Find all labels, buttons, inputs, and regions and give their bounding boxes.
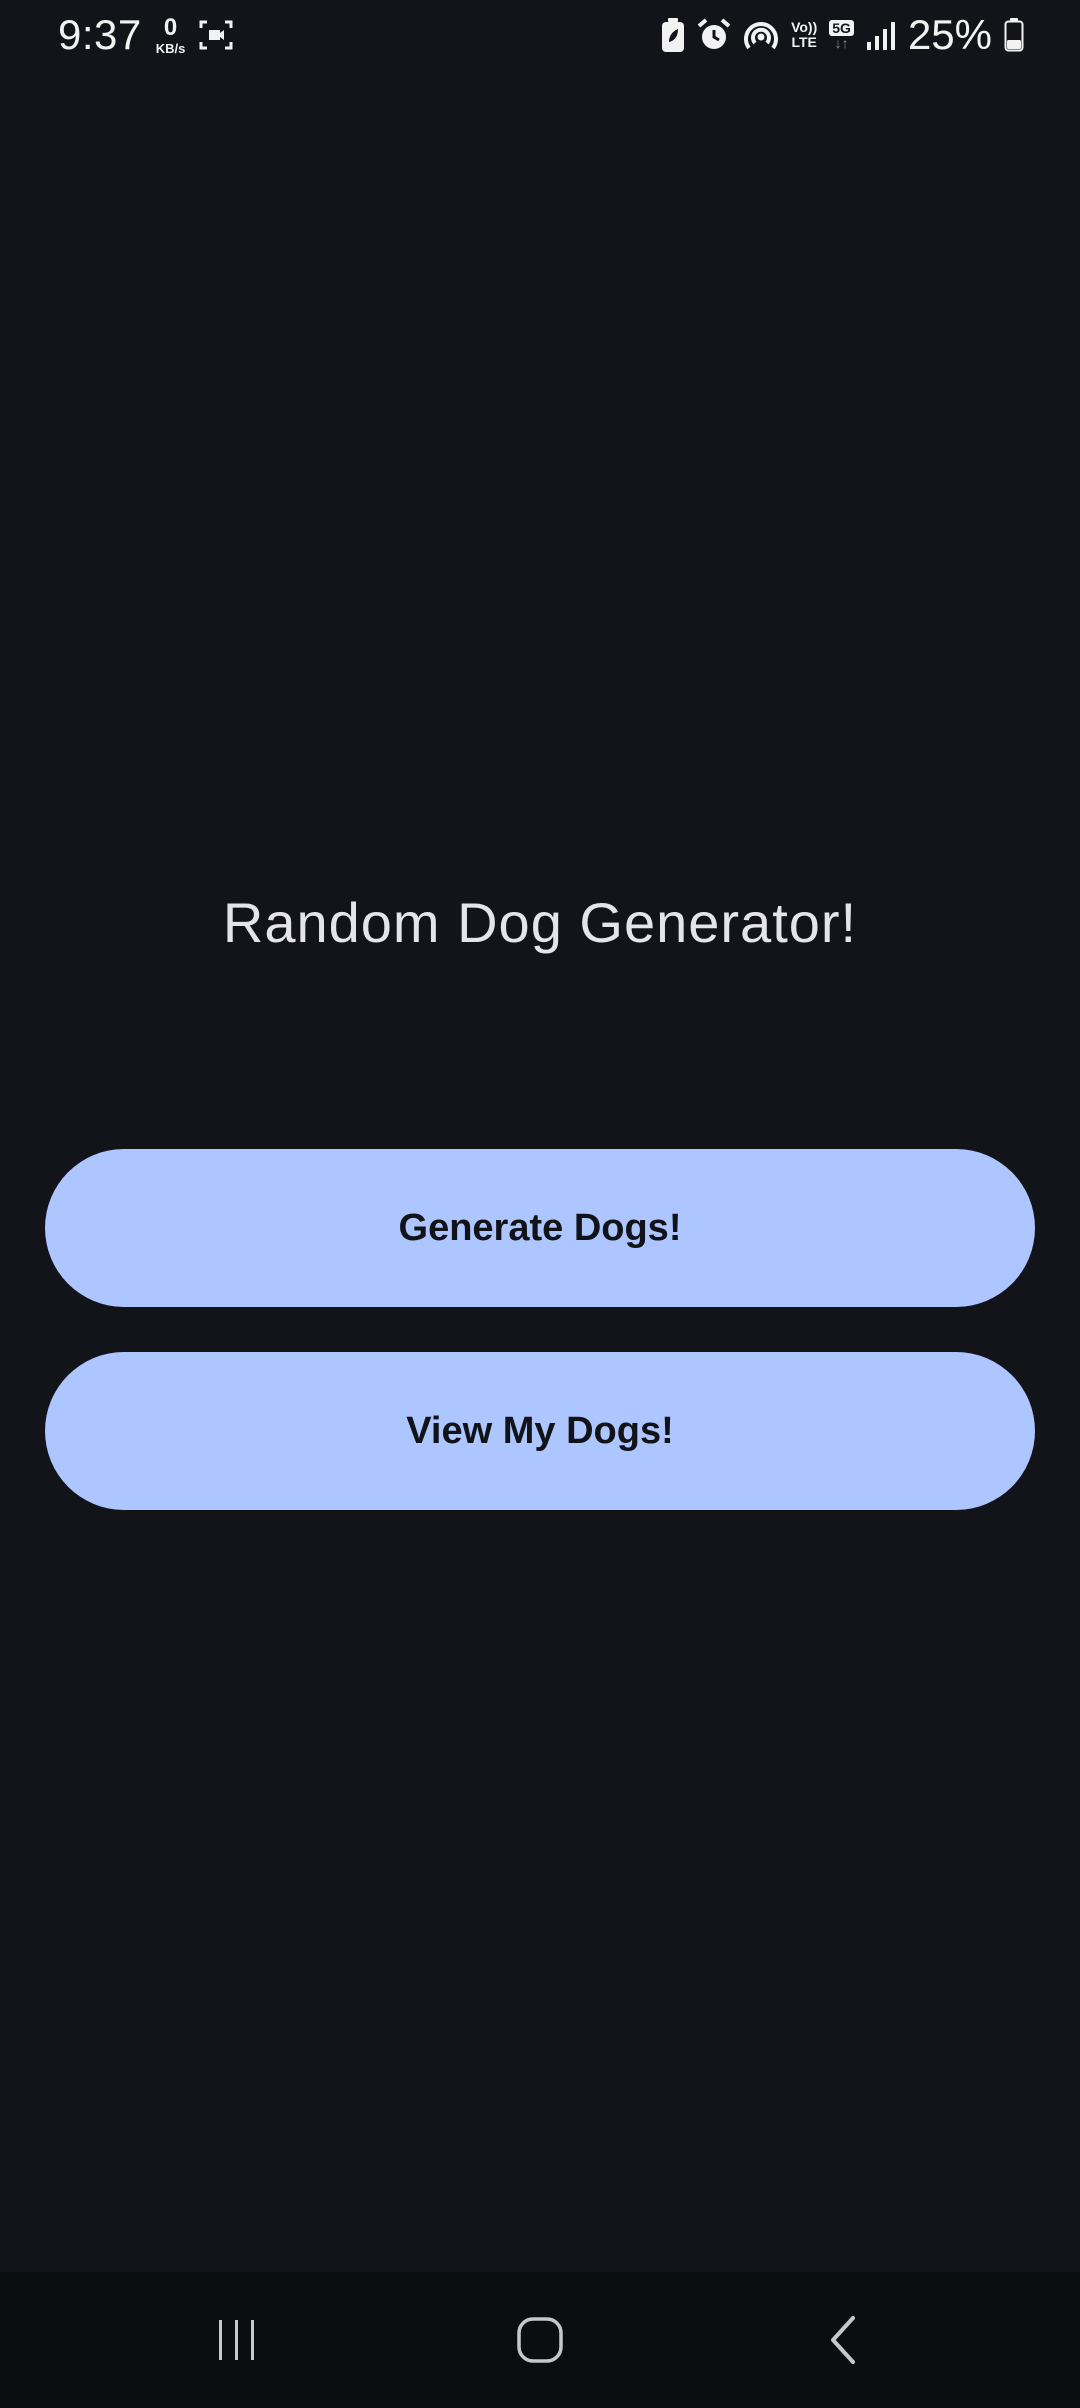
battery-icon <box>1004 18 1024 52</box>
data-arrows: ↓↑ <box>834 35 849 51</box>
home-button[interactable] <box>495 2300 585 2380</box>
status-bar-right: Vo)) LTE 5G ↓↑ 25% <box>661 8 1024 62</box>
volte-label-bottom: LTE <box>791 34 817 50</box>
generate-dogs-button[interactable]: Generate Dogs! <box>45 1149 1035 1307</box>
status-bar-left: 9:37 0 KB/s <box>58 8 233 62</box>
screen-record-icon <box>199 20 233 50</box>
app-screen: 9:37 0 KB/s Vo)) LTE 5G ↓↑ 25% Random Do… <box>0 0 1080 2408</box>
view-my-dogs-button[interactable]: View My Dogs! <box>45 1352 1035 1510</box>
page-title: Random Dog Generator! <box>222 891 858 954</box>
home-icon <box>517 2317 563 2363</box>
volte-label-top: Vo)) <box>791 19 818 36</box>
back-icon <box>831 2316 855 2364</box>
network-speed: 0 KB/s <box>155 13 186 56</box>
navigation-bar <box>0 2272 1080 2408</box>
clock: 9:37 <box>58 11 142 58</box>
volte-icon: Vo)) LTE <box>791 20 817 49</box>
battery-saver-icon <box>661 18 685 52</box>
network-speed-unit: KB/s <box>155 40 186 56</box>
5g-badge: 5G <box>829 20 854 36</box>
recents-button[interactable] <box>192 2300 282 2380</box>
hotspot-icon <box>743 18 779 52</box>
5g-icon: 5G ↓↑ <box>829 20 854 50</box>
alarm-icon <box>697 18 731 52</box>
recents-icon <box>219 2320 254 2360</box>
network-speed-value: 0 <box>163 13 178 41</box>
status-bar: 9:37 0 KB/s Vo)) LTE 5G ↓↑ 25% <box>0 0 1080 70</box>
signal-icon <box>866 20 896 50</box>
battery-percent: 25% <box>907 11 992 58</box>
back-button[interactable] <box>798 2300 888 2380</box>
